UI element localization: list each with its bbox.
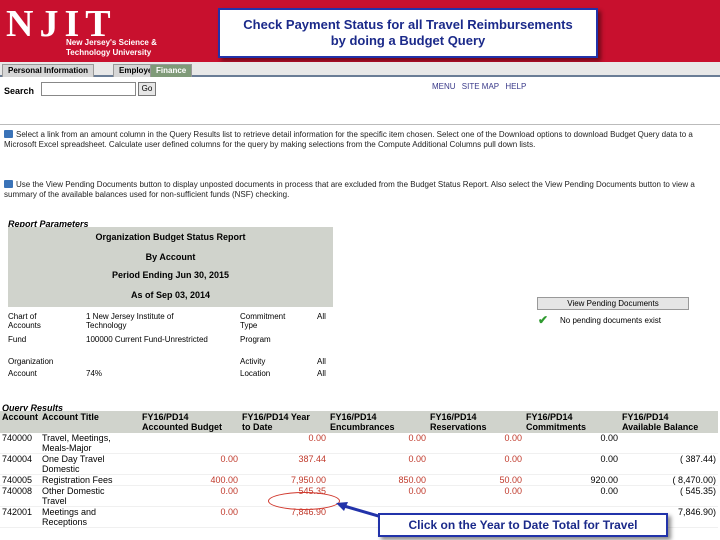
account-value: 74%	[86, 369, 103, 378]
fund-label: Fund	[8, 335, 27, 344]
view-pending-documents-button[interactable]: View Pending Documents	[537, 297, 689, 310]
cell-available: ( 545.35)	[620, 485, 718, 507]
activity-value: All	[317, 357, 326, 366]
info-text-1: Select a link from an amount column in t…	[4, 130, 693, 149]
divider	[0, 124, 720, 125]
cell-encumbrances[interactable]: 850.00	[328, 474, 428, 486]
site-map-link[interactable]: SITE MAP	[462, 82, 499, 91]
report-as-of: As of Sep 03, 2014	[130, 290, 211, 300]
logo-subtitle: New Jersey's Science & Technology Univer…	[66, 38, 157, 57]
table-header-row: Account Account Title FY16/PD14 Accounte…	[0, 411, 718, 433]
cell-reservations[interactable]: 50.00	[428, 474, 524, 486]
instruction-callout: Click on the Year to Date Total for Trav…	[378, 513, 668, 537]
cell-account: 740005	[0, 474, 40, 486]
col-available-balance: FY16/PD14 Available Balance	[620, 411, 718, 433]
go-button[interactable]: Go	[138, 82, 156, 96]
report-grouping: By Account	[145, 252, 196, 262]
col-commitments: FY16/PD14 Commitments	[524, 411, 620, 433]
cell-account: 740004	[0, 453, 40, 475]
report-period: Period Ending Jun 30, 2015	[111, 270, 230, 280]
cell-reservations[interactable]: 0.00	[428, 485, 524, 507]
cell-budget[interactable]: 0.00	[140, 485, 240, 507]
commitment-label: Commitment Type	[240, 312, 286, 330]
location-value: All	[317, 369, 326, 378]
cell-budget[interactable]: 400.00	[140, 474, 240, 486]
cell-budget[interactable]	[140, 433, 240, 454]
cell-ytd[interactable]: 7,846.90	[240, 506, 328, 528]
info-pending-documents: Use the View Pending Documents button to…	[4, 180, 716, 200]
cell-available: ( 387.44)	[620, 453, 718, 475]
menu-link[interactable]: MENU	[432, 82, 456, 91]
fund-value: 100000 Current Fund-Unrestricted	[86, 335, 208, 344]
tab-bar: Personal Information Employee Finance	[0, 62, 720, 77]
col-account-title: Account Title	[40, 411, 140, 433]
info-icon	[4, 130, 13, 138]
cell-reservations[interactable]: 0.00	[428, 453, 524, 475]
cell-budget[interactable]: 0.00	[140, 506, 240, 528]
table-row: 740004 One Day Travel Domestic 0.00 387.…	[0, 453, 718, 475]
col-year-to-date: FY16/PD14 Year to Date	[240, 411, 328, 433]
cell-account: 742001	[0, 506, 40, 528]
info-text-2: Use the View Pending Documents button to…	[4, 180, 695, 199]
cell-encumbrances[interactable]: 0.00	[328, 453, 428, 475]
cell-account-title[interactable]: Other Domestic Travel	[40, 485, 140, 507]
site-header: NJIT New Jersey's Science & Technology U…	[0, 0, 720, 62]
program-label: Program	[240, 335, 271, 344]
cell-account: 740008	[0, 485, 40, 507]
cell-account-title[interactable]: One Day Travel Domestic	[40, 453, 140, 475]
report-name: Organization Budget Status Report	[95, 232, 246, 242]
search-label: Search	[4, 86, 35, 96]
cell-account-title[interactable]: Registration Fees	[40, 474, 140, 486]
cell-budget[interactable]: 0.00	[140, 453, 240, 475]
cell-account-title[interactable]: Meetings and Receptions	[40, 506, 140, 528]
tab-finance[interactable]: Finance	[150, 64, 193, 77]
cell-commitments[interactable]: 0.00	[524, 433, 620, 454]
cell-available: ( 8,470.00)	[620, 474, 718, 486]
cell-ytd[interactable]: 7,950.00	[240, 474, 328, 486]
cell-account-title[interactable]: Travel, Meetings, Meals-Major	[40, 433, 140, 454]
organization-label: Organization	[8, 357, 54, 366]
col-account: Account	[0, 411, 40, 433]
account-label: Account	[8, 369, 37, 378]
highlight-ellipse	[268, 492, 340, 510]
table-row: 740000 Travel, Meetings, Meals-Major 0.0…	[0, 433, 718, 454]
cell-encumbrances[interactable]: 0.00	[328, 433, 428, 454]
info-icon	[4, 180, 13, 188]
table-row: 740005 Registration Fees 400.00 7,950.00…	[0, 474, 718, 486]
cell-commitments[interactable]: 0.00	[524, 485, 620, 507]
cell-available	[620, 433, 718, 454]
cell-reservations[interactable]: 0.00	[428, 433, 524, 454]
col-reservations: FY16/PD14 Reservations	[428, 411, 524, 433]
title-callout-text: Check Payment Status for all Travel Reim…	[243, 17, 573, 48]
col-accounted-budget: FY16/PD14 Accounted Budget	[140, 411, 240, 433]
chart-value: 1 New Jersey Institute of Technology	[86, 312, 174, 330]
title-callout: Check Payment Status for all Travel Reim…	[218, 8, 598, 58]
info-query-results: Select a link from an amount column in t…	[4, 130, 716, 150]
tab-personal-information[interactable]: Personal Information	[2, 64, 95, 77]
top-links: MENU SITE MAP HELP	[432, 82, 530, 91]
search-input[interactable]	[41, 82, 136, 96]
col-encumbrances: FY16/PD14 Encumbrances	[328, 411, 428, 433]
cell-ytd[interactable]: 0.00	[240, 433, 328, 454]
commitment-value: All	[317, 312, 326, 321]
report-parameters-box: Organization Budget Status Report By Acc…	[8, 227, 333, 307]
pending-status: No pending documents exist	[560, 316, 661, 325]
help-link[interactable]: HELP	[505, 82, 526, 91]
cell-ytd[interactable]: 387.44	[240, 453, 328, 475]
cell-commitments[interactable]: 920.00	[524, 474, 620, 486]
instruction-callout-text: Click on the Year to Date Total for Trav…	[408, 518, 638, 532]
chart-label: Chart of Accounts	[8, 312, 41, 330]
cell-commitments[interactable]: 0.00	[524, 453, 620, 475]
cell-account: 740000	[0, 433, 40, 454]
activity-label: Activity	[240, 357, 266, 366]
njit-logo[interactable]: NJIT New Jersey's Science & Technology U…	[6, 4, 181, 60]
location-label: Location	[240, 369, 271, 378]
checkmark-icon: ✔	[538, 313, 549, 327]
